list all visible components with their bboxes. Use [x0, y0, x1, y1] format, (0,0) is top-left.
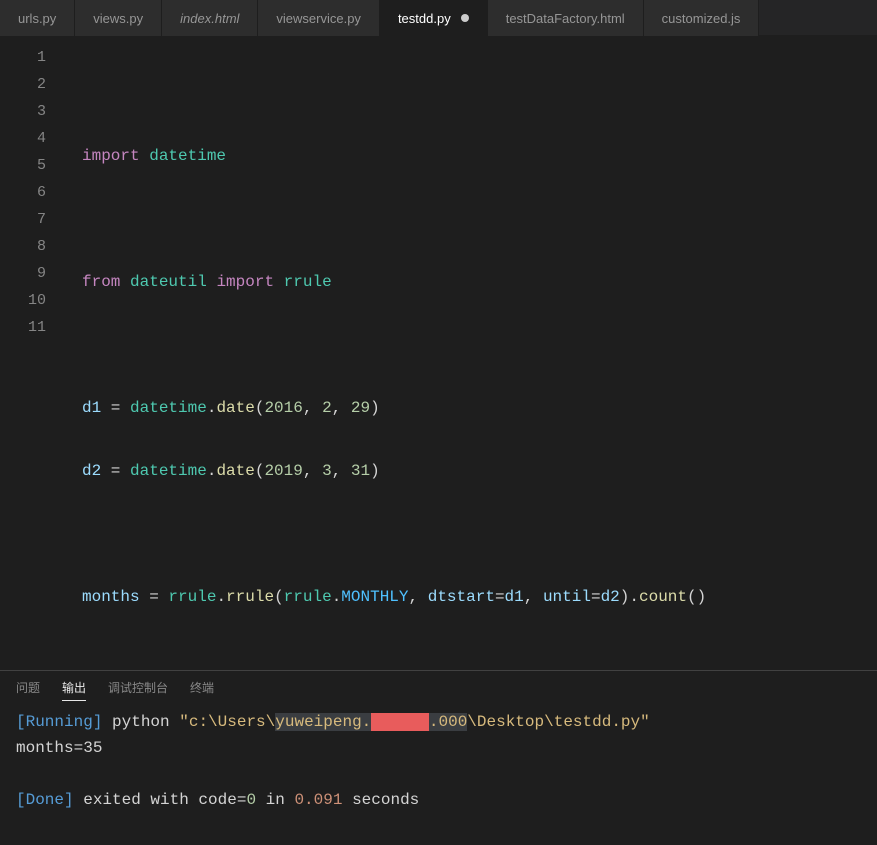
output-result: months=35: [16, 739, 102, 757]
tab-testDataFactory-html[interactable]: testDataFactory.html: [488, 0, 644, 36]
panel-tab-terminal[interactable]: 终端: [190, 679, 214, 701]
panel-tab-bar: 问题 输出 调试控制台 终端: [0, 671, 877, 707]
panel-tab-output[interactable]: 输出: [62, 679, 86, 701]
output-content[interactable]: [Running] python "c:\Users\yuweipeng.PHO…: [0, 707, 877, 815]
code-line: import datetime: [64, 143, 877, 170]
line-number: 5: [0, 152, 64, 179]
tab-label: index.html: [180, 11, 239, 26]
tab-viewservice-py[interactable]: viewservice.py: [258, 0, 380, 36]
code-line: months = rrule.rrule(rrule.MONTHLY, dtst…: [64, 584, 877, 611]
editor-area[interactable]: 1234567891011 import datetime from dateu…: [0, 36, 877, 670]
line-number: 11: [0, 314, 64, 341]
line-number-gutter: 1234567891011: [0, 36, 64, 670]
tab-label: testdd.py: [398, 11, 451, 26]
line-number: 3: [0, 98, 64, 125]
tab-bar: urls.py views.py index.html viewservice.py t…: [0, 0, 877, 36]
code-line: [64, 647, 877, 670]
tab-customized-js[interactable]: customized.js: [644, 0, 760, 36]
line-number: 8: [0, 233, 64, 260]
tab-label: urls.py: [18, 11, 56, 26]
tab-testdd-py[interactable]: testdd.py: [380, 0, 488, 36]
code-line: [64, 332, 877, 359]
line-number: 9: [0, 260, 64, 287]
tab-label: customized.js: [662, 11, 741, 26]
code-line: [64, 206, 877, 233]
panel-tab-problems[interactable]: 问题: [16, 679, 40, 701]
redacted-text: PHONET: [371, 713, 429, 731]
done-tag: [Done]: [16, 791, 74, 809]
tab-label: viewservice.py: [276, 11, 361, 26]
tab-index-html[interactable]: index.html: [162, 0, 258, 36]
selected-text: yuweipeng.: [275, 713, 371, 731]
line-number: 10: [0, 287, 64, 314]
tab-views-py[interactable]: views.py: [75, 0, 162, 36]
tab-urls-py[interactable]: urls.py: [0, 0, 75, 36]
modified-dot-icon: [461, 14, 469, 22]
code-content[interactable]: import datetime from dateutil import rru…: [64, 36, 877, 670]
tab-label: testDataFactory.html: [506, 11, 625, 26]
line-number: 4: [0, 125, 64, 152]
line-number: 1: [0, 44, 64, 71]
tab-label: views.py: [93, 11, 143, 26]
bottom-panel: 问题 输出 调试控制台 终端 [Running] python "c:\User…: [0, 670, 877, 845]
line-number: 7: [0, 206, 64, 233]
code-line: [64, 80, 877, 107]
code-line: d2 = datetime.date(2019, 3, 31): [64, 458, 877, 485]
code-line: d1 = datetime.date(2016, 2, 29): [64, 395, 877, 422]
panel-tab-debug[interactable]: 调试控制台: [108, 679, 168, 701]
running-tag: [Running]: [16, 713, 102, 731]
line-number: 6: [0, 179, 64, 206]
line-number: 2: [0, 71, 64, 98]
code-line: [64, 521, 877, 548]
code-line: from dateutil import rrule: [64, 269, 877, 296]
